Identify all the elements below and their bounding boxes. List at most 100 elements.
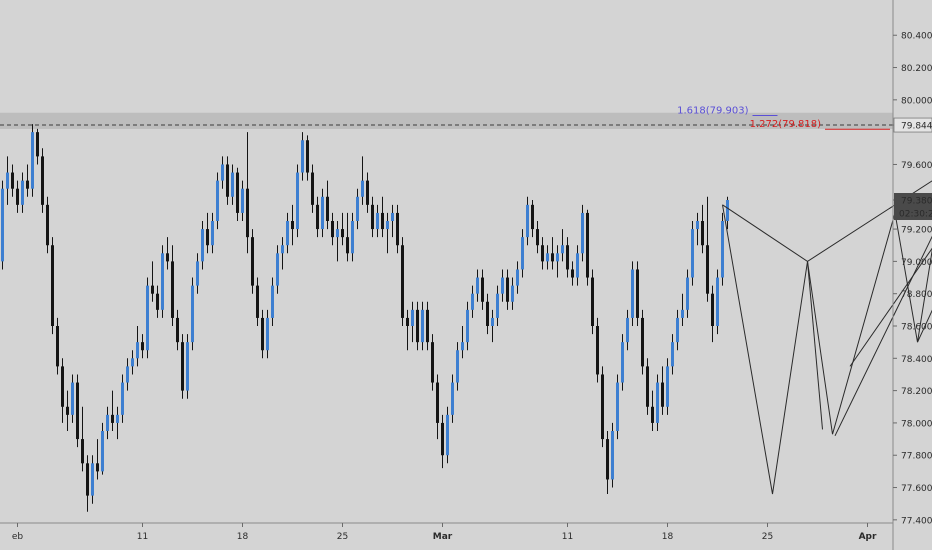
- candle-body: [511, 285, 514, 302]
- candle-body: [651, 406, 654, 423]
- candle-body: [671, 342, 674, 367]
- candle-body: [701, 221, 704, 246]
- candle-body: [236, 172, 239, 213]
- y-tick-label: 79.380: [901, 197, 932, 207]
- candle-body: [656, 382, 659, 423]
- candle-body: [156, 293, 159, 310]
- candle-body: [496, 293, 499, 318]
- candle-body: [381, 212, 384, 230]
- candle-body: [546, 253, 549, 262]
- candle-body: [501, 277, 504, 294]
- x-tick-label: 25: [337, 532, 348, 542]
- x-tick-label: Apr: [859, 532, 877, 542]
- candle-body: [56, 326, 59, 367]
- y-tick-label: 78.200: [901, 387, 932, 397]
- candle-body: [476, 277, 479, 294]
- candle-body: [586, 212, 589, 278]
- candle-body: [176, 317, 179, 343]
- y-tick-label: 79.600: [901, 161, 932, 171]
- candle-body: [691, 229, 694, 278]
- candle-body: [631, 269, 634, 318]
- countdown-label: 02:30:25: [899, 210, 932, 220]
- fib-label: 1.618(79.903): [677, 106, 749, 117]
- candle-body: [326, 196, 329, 221]
- candle-body: [416, 309, 419, 343]
- candle-body: [91, 463, 94, 496]
- candle-body: [661, 382, 664, 407]
- candle-body: [196, 261, 199, 286]
- candle-body: [386, 221, 389, 230]
- candle-body: [616, 382, 619, 431]
- candle-body: [361, 180, 364, 197]
- candle-body: [436, 382, 439, 423]
- candle-body: [121, 382, 124, 415]
- candle-body: [61, 366, 64, 407]
- candle-body: [391, 212, 394, 221]
- candle-body: [681, 309, 684, 318]
- y-tick-label: 80.200: [901, 64, 932, 74]
- candle-body: [406, 317, 409, 326]
- candle-body: [206, 229, 209, 246]
- candle-body: [626, 317, 629, 343]
- candle-body: [171, 261, 174, 318]
- candle-body: [286, 221, 289, 246]
- candle-body: [611, 431, 614, 480]
- candle-body: [481, 277, 484, 302]
- candle-body: [686, 277, 689, 310]
- candle-body: [521, 237, 524, 270]
- candle-body: [341, 229, 344, 238]
- y-tick-label: 78.600: [901, 323, 932, 333]
- candle-body: [506, 277, 509, 302]
- price-chart[interactable]: 1.618(79.903) 1.272(79.818) 80.400 80.200 8…: [0, 0, 932, 550]
- candle-body: [131, 358, 134, 367]
- y-tick-label: 77.600: [901, 484, 932, 494]
- candle-body: [251, 237, 254, 286]
- candle-body: [111, 414, 114, 423]
- x-tick-label: 18: [662, 532, 674, 542]
- y-tick-label: 79.844: [901, 122, 932, 132]
- candle-body: [81, 439, 84, 464]
- candle-body: [306, 140, 309, 173]
- candle-body: [516, 269, 519, 286]
- y-tick-label: 79.000: [901, 258, 932, 268]
- candle-body: [136, 342, 139, 359]
- y-tick-label: 78.800: [901, 290, 932, 300]
- candle-body: [101, 431, 104, 472]
- y-tick-label: 80.000: [901, 96, 932, 106]
- candle-body: [581, 212, 584, 254]
- candle-body: [601, 374, 604, 440]
- candle-body: [51, 245, 54, 326]
- candle-body: [421, 309, 424, 343]
- candle-body: [261, 317, 264, 351]
- candle-body: [591, 277, 594, 326]
- candle-body: [281, 245, 284, 254]
- candle-body: [36, 132, 39, 157]
- candle-body: [576, 253, 579, 278]
- y-tick-label: 80.400: [901, 32, 932, 42]
- candle-body: [366, 180, 369, 205]
- candle-body: [566, 245, 569, 270]
- fib-label: 1.272(79.818): [750, 119, 822, 130]
- candle-body: [636, 269, 639, 318]
- candle-body: [146, 285, 149, 351]
- y-tick-label: 78.400: [901, 355, 932, 365]
- candle-body: [271, 285, 274, 318]
- candle-body: [301, 140, 304, 173]
- candle-body: [116, 414, 119, 423]
- candle-body: [241, 188, 244, 213]
- candle-body: [1, 188, 4, 262]
- candle-body: [66, 406, 69, 415]
- chart-canvas[interactable]: 1.618(79.903)1.272(79.818) 80.400 80.200 8…: [0, 0, 932, 550]
- candle-body: [201, 229, 204, 262]
- x-tick-label: 25: [762, 532, 773, 542]
- candle-body: [531, 204, 534, 230]
- candle-body: [86, 463, 89, 496]
- candle-body: [351, 221, 354, 254]
- candle-body: [191, 285, 194, 343]
- candle-body: [721, 221, 724, 278]
- candle-body: [186, 342, 189, 391]
- x-tick-label: 18: [237, 532, 249, 542]
- candle-body: [411, 309, 414, 326]
- candle-body: [461, 342, 464, 351]
- y-tick-label: 79.200: [901, 226, 932, 236]
